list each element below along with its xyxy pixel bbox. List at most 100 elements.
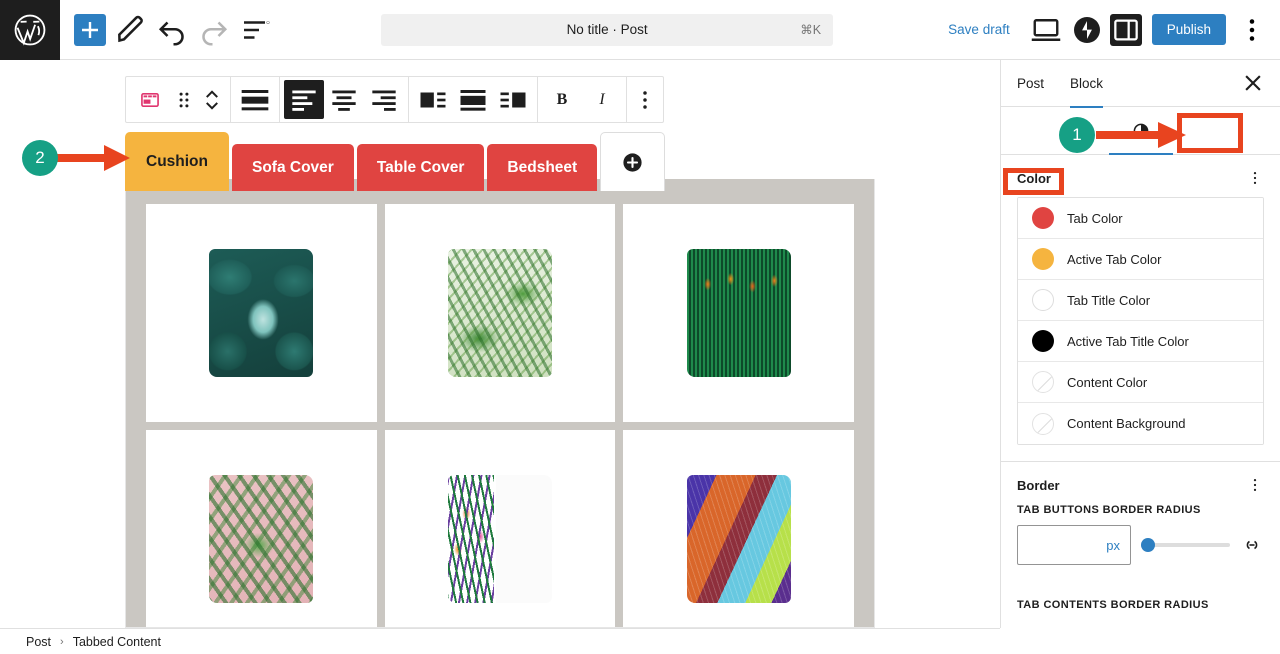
annotation-marker-1: 1 xyxy=(1059,117,1095,153)
border-options-vertical-dots-icon[interactable] xyxy=(1246,476,1264,494)
color-item-tab-color[interactable]: Tab Color xyxy=(1018,198,1263,239)
border-section-title: Border xyxy=(1017,477,1060,493)
white-bird-of-paradise-cushion-image xyxy=(447,475,552,603)
annotation-arrow-1 xyxy=(1096,122,1186,148)
breadcrumb-item-tabbed-content[interactable]: Tabbed Content xyxy=(73,635,161,649)
gallery-item-1[interactable] xyxy=(146,204,377,422)
block-toolbar-group-format: B I xyxy=(538,77,626,122)
tab-position-right-icon[interactable] xyxy=(493,80,533,119)
link-sides-icon[interactable] xyxy=(1240,533,1264,557)
block-toolbar: B I xyxy=(125,76,664,123)
color-item-active-tab-color[interactable]: Active Tab Color xyxy=(1018,239,1263,280)
align-text-center-icon[interactable] xyxy=(324,80,364,119)
tab-panel-cushion xyxy=(125,179,875,628)
top-bar-left-tools xyxy=(60,12,274,48)
annotation-arrow-2 xyxy=(54,145,130,171)
tab-bedsheet[interactable]: Bedsheet xyxy=(487,144,598,191)
active-tab-color-swatch[interactable] xyxy=(1032,248,1054,270)
color-options-vertical-dots-icon[interactable] xyxy=(1246,169,1264,187)
annotation-number: 1 xyxy=(1072,125,1082,144)
border-section-header: Border xyxy=(1001,462,1280,504)
color-item-label: Content Background xyxy=(1067,416,1186,431)
italic-button[interactable]: I xyxy=(582,80,622,119)
more-options-vertical-dots-icon[interactable] xyxy=(1236,14,1268,46)
tab-label: Bedsheet xyxy=(507,158,578,176)
green-tropical-leaves-cushion-image xyxy=(447,249,552,377)
align-text-left-icon[interactable] xyxy=(284,80,324,119)
block-more-options-vertical-dots-icon[interactable] xyxy=(631,80,659,119)
color-item-content-color[interactable]: Content Color xyxy=(1018,362,1263,403)
sidebar-tab-label: Post xyxy=(1017,75,1045,91)
active-tab-title-color-swatch[interactable] xyxy=(1032,330,1054,352)
gallery-item-6[interactable] xyxy=(623,430,854,627)
jetpack-icon[interactable] xyxy=(1073,16,1100,43)
color-item-active-tab-title-color[interactable]: Active Tab Title Color xyxy=(1018,321,1263,362)
breadcrumb-item-post[interactable]: Post xyxy=(26,635,51,649)
color-item-label: Active Tab Color xyxy=(1067,251,1162,267)
command-shortcut-hint: ⌘K xyxy=(800,23,822,37)
color-item-label: Content Color xyxy=(1067,374,1148,390)
slider-thumb[interactable] xyxy=(1141,538,1155,552)
settings-sidebar-icon[interactable] xyxy=(1109,13,1142,46)
border-radius-input[interactable]: px xyxy=(1017,525,1131,565)
close-x-icon[interactable] xyxy=(1238,68,1268,98)
publish-button[interactable]: Publish xyxy=(1151,14,1226,45)
teal-succulent-cushion-image xyxy=(209,249,314,377)
drag-handle-dots-icon[interactable] xyxy=(170,80,198,119)
sidebar-tab-label: Block xyxy=(1070,75,1104,91)
dark-bird-of-paradise-cushion-image xyxy=(686,249,791,377)
document-title-bar[interactable]: No title · Post ⌘K xyxy=(381,13,834,46)
gallery-item-3[interactable] xyxy=(623,204,854,422)
sidebar-tab-post[interactable]: Post xyxy=(1017,60,1044,107)
content-color-swatch[interactable] xyxy=(1032,371,1054,393)
color-item-label: Tab Color xyxy=(1067,210,1123,226)
border-radius-unit-label: px xyxy=(1106,537,1120,553)
wordpress-logo-icon[interactable] xyxy=(0,0,60,60)
gallery-item-4[interactable] xyxy=(146,430,377,627)
annotation-number: 2 xyxy=(35,148,45,167)
tools-pencil-edit-icon[interactable] xyxy=(112,12,148,48)
tab-buttons-border-radius-control: px xyxy=(1001,525,1280,565)
color-item-tab-title-color[interactable]: Tab Title Color xyxy=(1018,280,1263,321)
redo-arrow-icon[interactable] xyxy=(196,12,232,48)
gallery-item-2[interactable] xyxy=(384,204,616,422)
tab-title-color-swatch[interactable] xyxy=(1032,289,1054,311)
sidebar-tab-bar: Post Block xyxy=(1001,60,1280,108)
save-draft-button[interactable]: Save draft xyxy=(940,16,1018,43)
gallery-item-5[interactable] xyxy=(384,430,616,627)
color-section-header: Color xyxy=(1001,155,1280,197)
tab-table-cover[interactable]: Table Cover xyxy=(356,144,485,191)
tab-position-top-icon[interactable] xyxy=(453,80,493,119)
tab-color-swatch[interactable] xyxy=(1032,207,1054,229)
block-toolbar-group-align xyxy=(280,77,408,122)
italic-label: I xyxy=(599,90,605,108)
sidebar-tab-block[interactable]: Block xyxy=(1070,60,1104,108)
tabbed-content-block-icon[interactable] xyxy=(130,80,170,119)
color-item-content-background[interactable]: Content Background xyxy=(1018,403,1263,444)
top-bar-right-tools: Save draft Publish xyxy=(940,12,1280,48)
tab-position-left-icon[interactable] xyxy=(413,80,453,119)
tab-buttons-border-radius-label: TAB BUTTONS BORDER RADIUS xyxy=(1017,504,1201,516)
tabbed-content-tabs: Cushion Sofa Cover Table Cover Bedsheet xyxy=(125,132,666,191)
tab-cushion[interactable]: Cushion xyxy=(125,132,229,191)
bold-button[interactable]: B xyxy=(542,80,582,119)
add-tab-plus-circle-icon[interactable] xyxy=(600,132,666,191)
document-list-view-icon[interactable] xyxy=(238,12,274,48)
tab-label: Sofa Cover xyxy=(252,158,334,176)
undo-arrow-icon[interactable] xyxy=(154,12,190,48)
block-toolbar-group-tab-position xyxy=(409,77,537,122)
color-section-title: Color xyxy=(1017,170,1051,186)
move-up-down-chevrons-icon[interactable] xyxy=(198,80,226,119)
tab-label: Table Cover xyxy=(376,158,465,176)
tab-sofa-cover[interactable]: Sofa Cover xyxy=(232,144,354,191)
content-background-swatch[interactable] xyxy=(1032,412,1054,435)
document-title: No title · Post xyxy=(566,22,648,37)
align-full-width-icon[interactable] xyxy=(235,80,275,119)
annotation-marker-2: 2 xyxy=(22,140,58,176)
border-radius-slider[interactable] xyxy=(1141,535,1230,555)
tab-label: Cushion xyxy=(146,152,208,170)
align-text-right-icon[interactable] xyxy=(364,80,404,119)
add-block-button[interactable] xyxy=(74,13,106,46)
rainbow-palm-leaves-cushion-image xyxy=(686,475,791,603)
laptop-preview-icon[interactable] xyxy=(1028,12,1064,48)
